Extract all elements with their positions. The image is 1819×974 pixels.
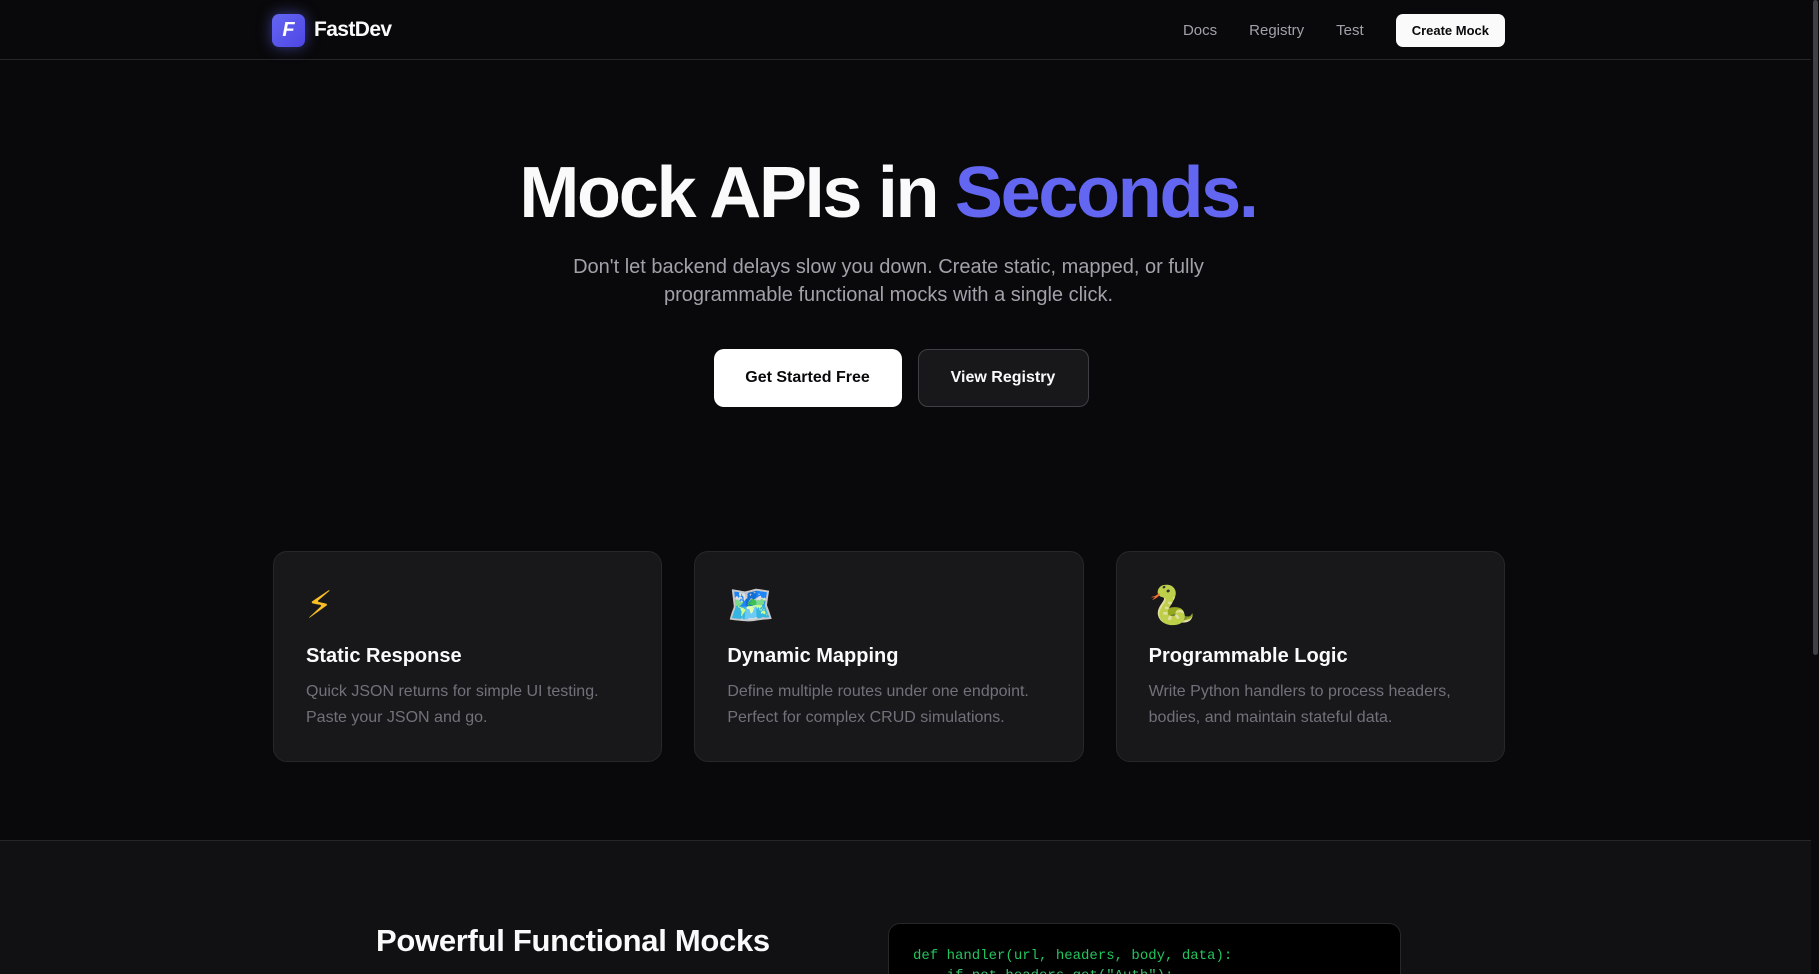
feature-desc-line2: bodies, and maintain stateful data. — [1148, 709, 1393, 726]
brand[interactable]: F FastDev — [272, 13, 392, 47]
feature-desc-line1: Quick JSON returns for simple UI testing… — [306, 683, 599, 700]
code-sample: def handler(url, headers, body, data): i… — [888, 923, 1401, 974]
feature-title: Static Response — [306, 645, 462, 667]
navbar-inner: F FastDev Docs Registry Test Create Mock — [272, 0, 1505, 60]
nav-link-docs[interactable]: Docs — [1183, 22, 1217, 39]
feature-cards: ⚡ Static Response Quick JSON returns for… — [273, 551, 1505, 762]
hero-title-main: Mock APIs in — [519, 153, 955, 233]
hero-subtitle-line1: Don't let backend delays slow you down. … — [573, 256, 1204, 278]
code-line: if not headers.get("Auth"): — [913, 966, 1376, 974]
functional-mocks-section: Powerful Functional Mocks def handler(ur… — [0, 840, 1819, 974]
feature-description: Define multiple routes under one endpoin… — [727, 679, 1050, 731]
top-navbar: F FastDev Docs Registry Test Create Mock — [0, 0, 1819, 60]
lightning-bolt-icon: ⚡ — [306, 585, 333, 627]
logo-letter: F — [282, 18, 295, 41]
feature-desc-line1: Define multiple routes under one endpoin… — [727, 683, 1029, 700]
feature-description: Quick JSON returns for simple UI testing… — [306, 679, 629, 731]
feature-card-dynamic: 🗺️ Dynamic Mapping Define multiple route… — [694, 551, 1084, 762]
feature-desc-line2: Perfect for complex CRUD simulations. — [727, 709, 1005, 726]
logo-icon: F — [272, 13, 305, 47]
feature-description: Write Python handlers to process headers… — [1149, 679, 1472, 731]
view-registry-button[interactable]: View Registry — [917, 349, 1089, 407]
section-title: Powerful Functional Mocks — [376, 923, 770, 958]
nav-link-registry[interactable]: Registry — [1249, 22, 1304, 39]
feature-card-static: ⚡ Static Response Quick JSON returns for… — [273, 551, 663, 762]
brand-name: FastDev — [314, 18, 392, 41]
feature-desc-line2: Paste your JSON and go. — [306, 709, 488, 726]
scrollbar-thumb[interactable] — [1813, 0, 1818, 655]
feature-title: Dynamic Mapping — [727, 645, 899, 667]
hero-actions: Get Started Free View Registry — [0, 349, 1819, 407]
nav-link-test[interactable]: Test — [1336, 22, 1364, 39]
code-line: def handler(url, headers, body, data): — [913, 948, 1233, 964]
feature-card-programmable: 🐍 Programmable Logic Write Python handle… — [1115, 551, 1505, 762]
hero-title-accent: Seconds. — [954, 153, 1259, 233]
page-scrollbar[interactable] — [1811, 0, 1819, 974]
nav-links: Docs Registry Test Create Mock — [1183, 13, 1505, 47]
hero-title: Mock APIs in Seconds. — [272, 153, 1504, 233]
get-started-button[interactable]: Get Started Free — [713, 349, 902, 407]
map-icon: 🗺️ — [727, 585, 775, 627]
hero-subtitle-line2: programmable functional mocks with a sin… — [663, 284, 1114, 306]
feature-desc-line1: Write Python handlers to process headers… — [1148, 683, 1451, 700]
hero-subtitle: Don't let backend delays slow you down. … — [272, 253, 1505, 309]
feature-title: Programmable Logic — [1148, 645, 1348, 667]
snake-icon: 🐍 — [1148, 585, 1196, 627]
create-mock-button[interactable]: Create Mock — [1395, 13, 1505, 47]
